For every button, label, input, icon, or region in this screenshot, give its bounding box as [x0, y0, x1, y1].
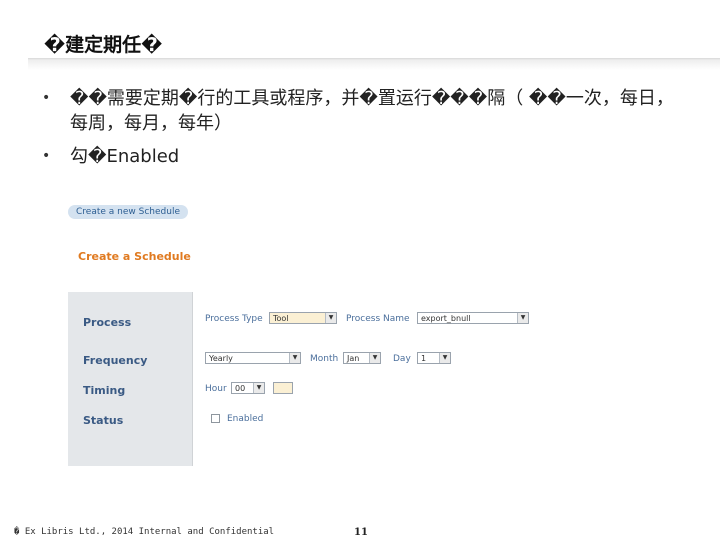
row-labels-column: Process Frequency Timing Status	[68, 292, 192, 466]
minute-field[interactable]	[273, 382, 293, 394]
schedule-screenshot: Create a new Schedule Create a Schedule …	[68, 190, 581, 466]
chevron-down-icon[interactable]: ▼	[439, 353, 450, 363]
day-select[interactable]: 1 ▼	[417, 352, 451, 364]
hour-select[interactable]: 00 ▼	[231, 382, 265, 394]
footer-copyright: � Ex Libris Ltd., 2014 Internal and Conf…	[14, 527, 275, 537]
hour-label: Hour	[205, 384, 227, 394]
bullet-text: ��需要定期�行的工具或程序，并�置运行���隔（ ��一次，每日，每周，每月，…	[70, 88, 674, 134]
bullet-item: • 勾�Enabled	[40, 144, 680, 169]
row-label-timing: Timing	[83, 384, 126, 397]
title-divider	[28, 58, 720, 70]
schedule-heading: Create a Schedule	[78, 250, 191, 263]
month-label: Month	[310, 354, 339, 364]
process-name-select[interactable]: export_bnull ▼	[417, 312, 529, 324]
page-number: 11	[354, 527, 368, 538]
bullet-item: • ��需要定期�行的工具或程序，并�置运行���隔（ ��一次，每日，每周，每…	[40, 86, 680, 136]
slide-title: �建定期任�	[44, 34, 163, 56]
bullet-dot-icon: •	[42, 148, 51, 164]
chevron-down-icon[interactable]: ▼	[369, 353, 380, 363]
process-type-value: Tool	[273, 314, 289, 323]
month-value: Jan	[347, 354, 360, 363]
hour-value: 00	[235, 384, 246, 393]
footer: � Ex Libris Ltd., 2014 Internal and Conf…	[0, 522, 720, 540]
chevron-down-icon[interactable]: ▼	[253, 383, 264, 393]
bullet-dot-icon: •	[42, 90, 51, 106]
schedule-panel: Create a Schedule Process Frequency Timi…	[68, 228, 581, 466]
enabled-checkbox[interactable]	[211, 414, 220, 423]
row-label-frequency: Frequency	[83, 354, 148, 367]
chevron-down-icon[interactable]: ▼	[289, 353, 300, 363]
chevron-down-icon[interactable]: ▼	[325, 313, 336, 323]
create-schedule-tab[interactable]: Create a new Schedule	[68, 205, 188, 219]
row-label-process: Process	[83, 316, 132, 329]
day-label: Day	[393, 354, 411, 364]
process-name-value: export_bnull	[421, 314, 471, 323]
process-type-label: Process Type	[205, 314, 263, 324]
chevron-down-icon[interactable]: ▼	[517, 313, 528, 323]
process-name-label: Process Name	[346, 314, 410, 324]
schedule-form: Process Type Tool ▼ Process Name export_…	[192, 292, 581, 466]
row-label-status: Status	[83, 414, 124, 427]
enabled-label: Enabled	[227, 414, 264, 424]
bullet-list: • ��需要定期�行的工具或程序，并�置运行���隔（ ��一次，每日，每周，每…	[40, 86, 680, 169]
process-type-select[interactable]: Tool ▼	[269, 312, 337, 324]
tab-bar: Create a new Schedule	[68, 190, 580, 228]
month-select[interactable]: Jan ▼	[343, 352, 381, 364]
day-value: 1	[421, 354, 427, 363]
frequency-select[interactable]: Yearly ▼	[205, 352, 301, 364]
bullet-text: 勾�Enabled	[70, 146, 180, 167]
frequency-value: Yearly	[209, 354, 233, 363]
